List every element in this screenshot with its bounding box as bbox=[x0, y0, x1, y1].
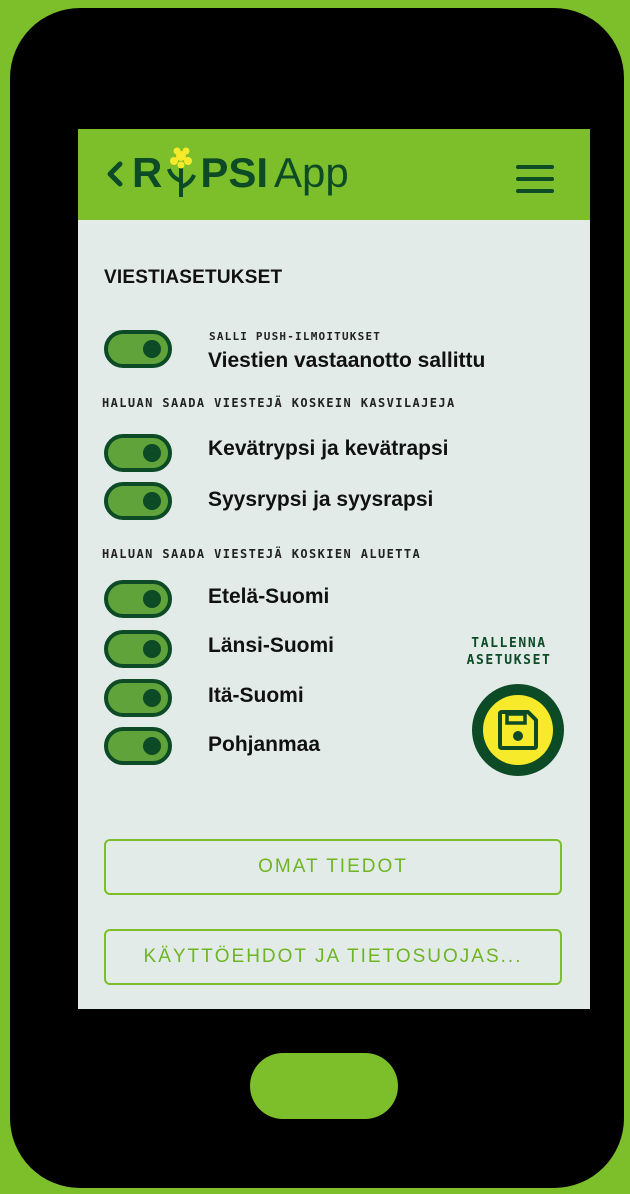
region-label-lansi: Länsi-Suomi bbox=[208, 634, 335, 657]
terms-privacy-button[interactable]: KÄYTTÖEHDOT JA TIETOSUOJAS... bbox=[104, 929, 562, 985]
app-header: R PSI App bbox=[78, 129, 590, 220]
rapeseed-flower-icon bbox=[167, 147, 197, 197]
hamburger-menu-icon[interactable] bbox=[516, 165, 554, 193]
back-chevron-icon[interactable] bbox=[98, 153, 132, 195]
settings-title: VIESTIASETUKSET bbox=[104, 267, 283, 288]
region-label-etela: Etelä-Suomi bbox=[208, 585, 330, 608]
my-info-button[interactable]: OMAT TIEDOT bbox=[104, 839, 562, 895]
region-label-pohjanmaa: Pohjanmaa bbox=[208, 733, 321, 756]
save-label-line2: ASETUKSET bbox=[466, 653, 552, 668]
app-screen: R PSI App VIESTIASETUKSET SALLI PUSH-ILM… bbox=[78, 129, 590, 1009]
save-settings-button[interactable] bbox=[472, 684, 564, 776]
crops-heading: HALUAN SAADA VIESTEJÄ KOSKEIN KASVILAJEJ… bbox=[102, 396, 456, 410]
toggle-region-etela[interactable] bbox=[104, 580, 172, 618]
regions-heading: HALUAN SAADA VIESTEJÄ KOSKIEN ALUETTA bbox=[102, 547, 422, 561]
logo-letter-r: R bbox=[132, 149, 163, 196]
push-label: Viestien vastaanotto sallittu bbox=[208, 349, 486, 372]
floppy-disk-icon bbox=[498, 710, 538, 750]
toggle-push-notifications[interactable] bbox=[104, 330, 172, 368]
toggle-region-ita[interactable] bbox=[104, 679, 172, 717]
logo-psi: PSI bbox=[200, 149, 269, 196]
app-logo: R PSI App bbox=[132, 145, 349, 201]
home-button[interactable] bbox=[250, 1053, 398, 1119]
toggle-region-pohjanmaa[interactable] bbox=[104, 727, 172, 765]
phone-frame: R PSI App VIESTIASETUKSET SALLI PUSH-ILM… bbox=[10, 8, 624, 1188]
save-settings-label: TALLENNA ASETUKSET bbox=[446, 635, 572, 669]
toggle-crop-spring[interactable] bbox=[104, 434, 172, 472]
logo-app: App bbox=[274, 149, 349, 196]
crop-label-winter: Syysrypsi ja syysrapsi bbox=[208, 488, 434, 511]
region-label-ita: Itä-Suomi bbox=[208, 684, 304, 707]
push-sublabel: SALLI PUSH-ILMOITUKSET bbox=[209, 330, 382, 343]
save-label-line1: TALLENNA bbox=[471, 636, 547, 651]
toggle-region-lansi[interactable] bbox=[104, 630, 172, 668]
crop-label-spring: Kevätrypsi ja kevätrapsi bbox=[208, 437, 449, 460]
toggle-crop-winter[interactable] bbox=[104, 482, 172, 520]
